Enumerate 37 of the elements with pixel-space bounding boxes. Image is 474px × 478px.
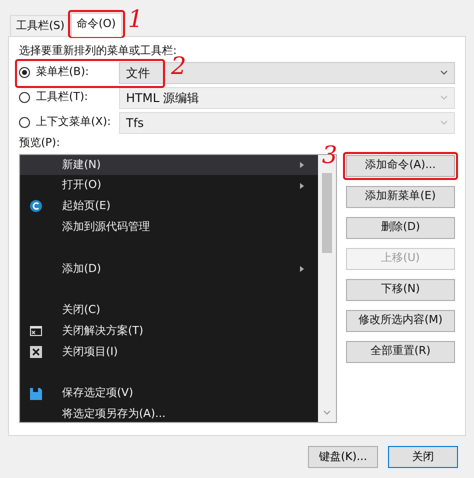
action-button[interactable]: 修改所选内容(M) <box>346 310 455 332</box>
start-page-icon <box>30 200 42 212</box>
action-button[interactable]: 添加新菜单(E) <box>346 186 455 208</box>
radio-button[interactable] <box>19 67 30 78</box>
annotation-number: 1 <box>128 7 144 31</box>
menu-item[interactable]: 打开(O) <box>20 175 318 196</box>
radio-label: 菜单栏(B): <box>36 64 89 80</box>
menu-item[interactable]: 新建(N) <box>20 154 318 176</box>
menu-item[interactable]: 关闭解决方案(T) <box>20 320 318 342</box>
menu-item[interactable]: 将选定项另存为(A)... <box>20 404 318 425</box>
window-icon <box>30 325 42 338</box>
menu-item[interactable]: 添加(D) <box>20 258 318 280</box>
chevron-down-icon <box>440 120 448 126</box>
menu-item[interactable]: 关闭项目(I) <box>20 342 318 362</box>
dialog-button[interactable]: 关闭 <box>388 446 458 468</box>
dialog-button[interactable]: 键盘(K)... <box>308 446 378 468</box>
action-button[interactable]: 删除(D) <box>346 216 455 238</box>
annotation-number: 3 <box>322 142 338 166</box>
action-button[interactable]: 全部重置(R) <box>346 340 455 362</box>
save-icon <box>30 388 42 400</box>
menu-item[interactable]: 添加到源代码管理 <box>20 216 318 238</box>
scroll-thumb[interactable] <box>322 172 332 252</box>
action-button[interactable]: 下移(N) <box>346 278 455 300</box>
chevron-down-icon <box>440 94 448 100</box>
menu-item[interactable]: 关闭(C) <box>20 300 318 321</box>
prompt-label: 选择要重新排列的菜单或工具栏: <box>19 43 177 57</box>
chevron-down-icon <box>440 70 448 76</box>
preview-label: 预览(P): <box>19 135 60 151</box>
action-button[interactable]: 添加命令(A)... <box>346 154 455 176</box>
tab[interactable]: 工具栏(S) <box>10 15 71 36</box>
close-icon <box>30 346 42 358</box>
radio-label: 工具栏(T): <box>36 89 88 106</box>
tab[interactable]: 命令(O) <box>70 13 122 37</box>
radio-label: 上下文菜单(X): <box>36 114 111 130</box>
menu-item[interactable]: 保存选定项(V) <box>20 383 318 404</box>
menu-item[interactable]: 起始页(E) <box>20 196 318 217</box>
highlight-box <box>68 10 125 38</box>
